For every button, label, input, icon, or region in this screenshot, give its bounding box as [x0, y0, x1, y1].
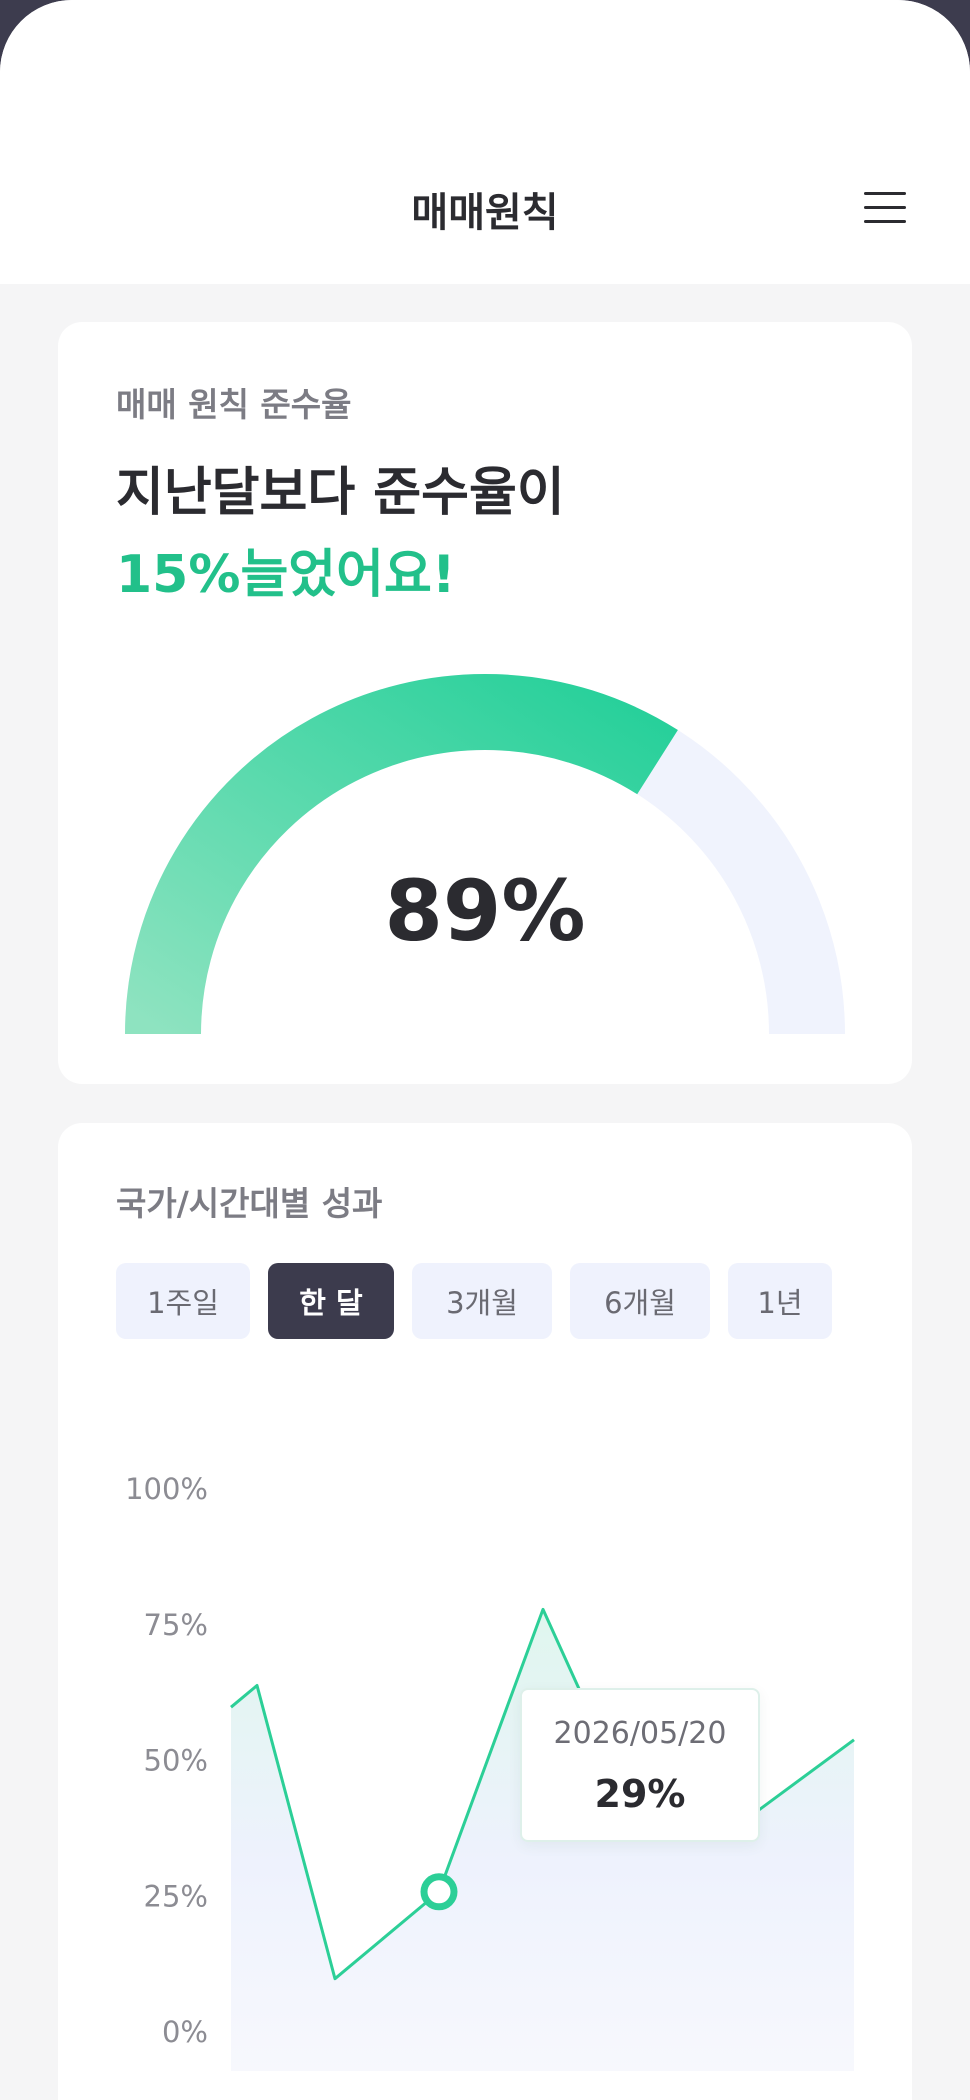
app-screen: 매매원칙 매매 원칙 준수율 지난달보다 준수율이 15%늘었어요! 89% 국… [0, 0, 970, 2100]
compliance-change-highlight: 15%늘었어요! [116, 545, 456, 605]
tab-1-year[interactable]: 1년 [728, 1263, 832, 1339]
compliance-card-label: 매매 원칙 준수율 [116, 385, 352, 424]
compliance-card: 매매 원칙 준수율 지난달보다 준수율이 15%늘었어요! 89% [58, 322, 912, 1084]
page-title: 매매원칙 [411, 190, 559, 236]
performance-card: 국가/시간대별 성과 1주일 한 달 3개월 6개월 1년 100% 75% 50%… [58, 1123, 912, 2100]
y-tick-label: 100% [125, 1472, 208, 1506]
tooltip-date: 2026/05/20 [553, 1716, 727, 1751]
y-tick-label: 75% [144, 1608, 208, 1642]
tab-3-months[interactable]: 3개월 [412, 1263, 552, 1339]
y-tick-label: 50% [144, 1744, 208, 1778]
top-app-bar: 매매원칙 [0, 0, 970, 284]
menu-line [864, 206, 906, 209]
performance-card-label: 국가/시간대별 성과 [116, 1184, 383, 1223]
gauge-value: 89% [384, 862, 586, 960]
y-tick-label: 25% [144, 1879, 208, 1913]
chart-tooltip: 2026/05/20 29% [520, 1688, 760, 1842]
hamburger-menu-icon[interactable] [862, 188, 910, 228]
compliance-headline: 지난달보다 준수율이 [116, 463, 565, 523]
tooltip-value: 29% [594, 1772, 686, 1816]
menu-line [864, 220, 906, 223]
chart-highlight-point[interactable] [420, 1873, 458, 1911]
performance-chart: 100%75%50%25%0% 12월1월2월3월4월5월 [125, 1472, 855, 2071]
tab-1-month[interactable]: 한 달 [268, 1263, 394, 1339]
tab-6-months[interactable]: 6개월 [570, 1263, 710, 1339]
tab-1-week[interactable]: 1주일 [116, 1263, 250, 1339]
y-tick-label: 0% [162, 2015, 208, 2049]
compliance-gauge [125, 674, 845, 1035]
menu-line [864, 192, 906, 195]
